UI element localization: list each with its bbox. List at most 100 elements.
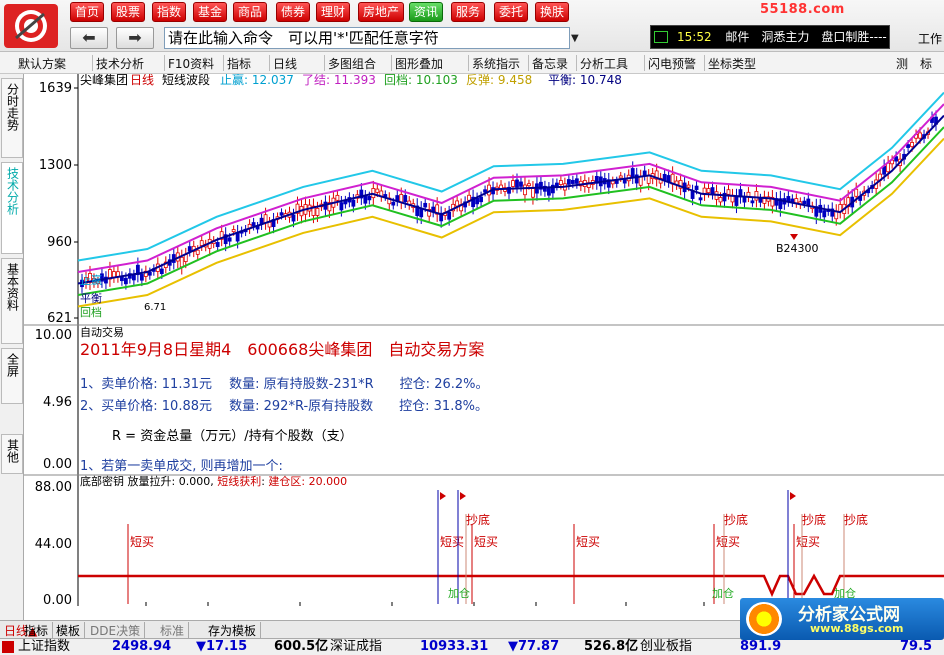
band-label-value: 12.037 xyxy=(252,74,294,87)
tab-template[interactable]: 模板 xyxy=(52,622,86,639)
candle-body xyxy=(758,198,763,203)
tab-fundamentals[interactable]: 基本资料 xyxy=(1,258,23,344)
short-buy-label: 短买 xyxy=(716,535,740,549)
index-sz-name[interactable]: 深证成指 xyxy=(330,639,382,655)
candle-body xyxy=(698,197,703,201)
toolbar-item-1[interactable]: 技术分析 xyxy=(96,55,144,72)
chart-area[interactable]: 1639 1300 960 621 尖峰集团 日线 短线波段 止赢: 12.037 了结: 11… xyxy=(24,74,944,606)
index-sh-value: 2498.94 xyxy=(112,639,172,654)
auto-y-tick: 10.00 xyxy=(35,328,72,343)
period-label: 日线 xyxy=(130,74,154,87)
ticker-icon xyxy=(654,31,668,43)
bottom-sep: : xyxy=(301,475,308,488)
toolbar-item-6[interactable]: 图形叠加 xyxy=(395,55,443,72)
band-label-name: 止赢 xyxy=(220,74,244,87)
left-sidebar: 分时走势 技术分析 基本资料 全屏 其他 xyxy=(0,74,24,622)
toolbar-right-0[interactable]: 测 xyxy=(896,55,908,72)
toolbar-item-8[interactable]: 备忘录 xyxy=(532,55,568,72)
toolbar-item-10[interactable]: 闪电预警 xyxy=(648,55,696,72)
candle-body xyxy=(291,214,296,222)
candle-body xyxy=(315,207,320,216)
candle-body xyxy=(754,191,759,201)
toolbar-item-4[interactable]: 日线 xyxy=(273,55,297,72)
band-label-value: 10.748 xyxy=(580,74,622,87)
index-status-bar: 上证指数 2498.94 ▼17.15 600.5亿 深证成指 10933.31… xyxy=(0,638,944,655)
candle-body xyxy=(662,173,667,181)
toolbar-item-3[interactable]: 指标 xyxy=(227,55,251,72)
band-label-name: 平衡 xyxy=(548,74,572,87)
toolbar-item-0[interactable]: 默认方案 xyxy=(18,55,66,72)
tab-indicator[interactable]: 指标 xyxy=(20,622,54,639)
tab-fullscreen[interactable]: 全屏 xyxy=(1,348,23,404)
menu-button-11[interactable]: 换肤 xyxy=(535,2,570,22)
function-toolbar: 默认方案 技术分析 F10资料 指标 日线 多图组合 图形叠加 系统指示 备忘录 分析工具 闪电预警… xyxy=(0,52,944,74)
index-sz-change: ▼77.87 xyxy=(508,639,560,654)
candle-body xyxy=(802,200,807,205)
auto-trade-headline: 2011年9月8日星期4 600668尖峰集团 自动交易方案 xyxy=(80,340,484,359)
candle-body xyxy=(447,211,452,220)
bottom-sep: : xyxy=(172,475,179,488)
menu-button-6[interactable]: 理财 xyxy=(316,2,351,22)
toolbar-item-9[interactable]: 分析工具 xyxy=(580,55,628,72)
back-button[interactable]: ⬅ xyxy=(70,27,108,49)
index-sh-name[interactable]: 上证指数 xyxy=(18,639,70,655)
status-flag-icon xyxy=(2,641,14,653)
bottom-y-tick: 88.00 xyxy=(35,480,72,495)
candle-body xyxy=(547,188,551,196)
buy-order-line: 2、买单价格: 10.88元 数量: 292*R-原有持股数 控仓: 31.8%… xyxy=(80,398,488,414)
menu-button-8[interactable]: 资讯 xyxy=(409,2,444,22)
candle-body xyxy=(363,196,368,204)
menu-button-10[interactable]: 委托 xyxy=(494,2,529,22)
tab-intraday[interactable]: 分时走势 xyxy=(1,78,23,158)
menu-button-2[interactable]: 指数 xyxy=(152,2,187,22)
candle-body xyxy=(686,184,691,188)
candle-body xyxy=(187,246,192,252)
menu-button-5[interactable]: 债券 xyxy=(276,2,311,22)
toolbar-item-11[interactable]: 坐标类型 xyxy=(708,55,756,72)
toolbar-separator xyxy=(468,55,469,71)
add-position-label: 加仓 xyxy=(448,586,470,600)
candle-body xyxy=(227,237,232,242)
band-label-value: 9.458 xyxy=(498,74,532,87)
candle-body xyxy=(351,199,356,207)
menu-button-9[interactable]: 服务 xyxy=(451,2,486,22)
candle-body xyxy=(479,196,483,203)
candle-body xyxy=(718,197,723,203)
tab-standard[interactable]: 标准 xyxy=(156,622,190,639)
candle-body xyxy=(742,197,747,203)
candle-body xyxy=(403,195,408,203)
band-label-colon: : xyxy=(326,74,334,87)
candle-body xyxy=(199,240,204,246)
index-sh-amount: 600.5亿 xyxy=(274,639,329,654)
band-label-0: 止赢: 12.037 xyxy=(220,74,294,87)
tab-dde[interactable]: DDE决策 xyxy=(86,622,146,639)
toolbar-item-7[interactable]: 系统指示 xyxy=(472,55,520,72)
toolbar-right-1[interactable]: 标 xyxy=(920,55,932,72)
tab-other[interactable]: 其他 xyxy=(1,434,23,474)
index-cyb-change: 79.5 xyxy=(900,639,933,654)
toolbar-item-5[interactable]: 多图组合 xyxy=(328,55,376,72)
workspace-label[interactable]: 工作 xyxy=(918,30,942,47)
menu-button-0[interactable]: 首页 xyxy=(70,2,105,22)
left-band-label: 回档 xyxy=(80,305,102,319)
menu-button-3[interactable]: 基金 xyxy=(193,2,228,22)
forward-button[interactable]: ➡ xyxy=(116,27,154,49)
toolbar-item-2[interactable]: F10资料 xyxy=(168,55,214,72)
tab-save-template[interactable]: 存为模板 xyxy=(204,622,262,639)
toolbar-separator xyxy=(269,55,270,71)
tab-technical[interactable]: 技术分析 xyxy=(1,162,23,254)
command-input[interactable]: 请在此输入命令 可以用'*'匹配任意字符 xyxy=(164,27,570,49)
command-dropdown-icon[interactable]: ▼ xyxy=(571,33,579,44)
news-ticker[interactable]: 15:52 邮件 洞悉主力 盘口制胜---- xyxy=(650,25,890,49)
candle-body xyxy=(614,180,619,184)
menu-button-4[interactable]: 商品 xyxy=(233,2,268,22)
index-sz-amount: 526.8亿 xyxy=(584,639,639,654)
candle-body xyxy=(642,170,647,176)
candle-body xyxy=(515,179,519,188)
menu-button-1[interactable]: 股票 xyxy=(111,2,146,22)
candle-body xyxy=(910,142,914,148)
candle-body xyxy=(215,242,220,247)
menu-button-7[interactable]: 房地产 xyxy=(358,2,405,22)
index-cyb-name[interactable]: 创业板指 xyxy=(640,639,692,655)
toolbar-separator xyxy=(576,55,577,71)
